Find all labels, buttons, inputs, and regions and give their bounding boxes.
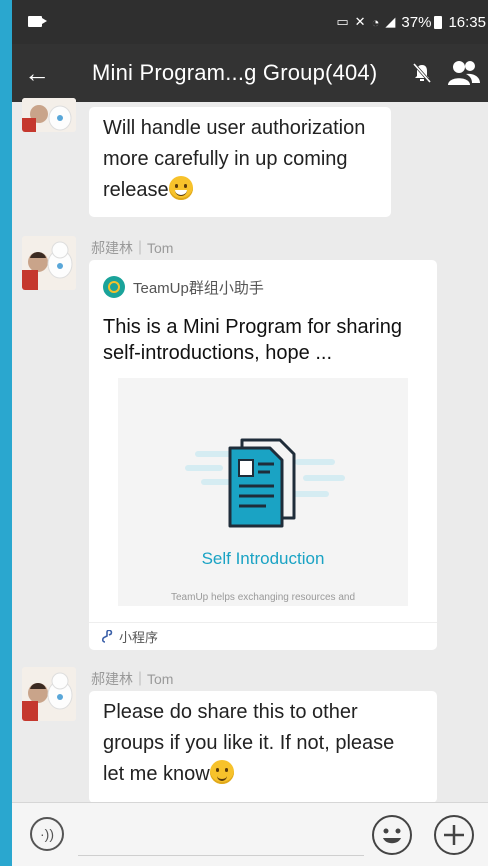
card-preview-image: Self Introduction TeamUp helps exchangin… bbox=[118, 378, 408, 606]
message-bubble[interactable]: Will handle user authorization more care… bbox=[89, 107, 391, 217]
document-illustration-icon: Self Introduction TeamUp helps exchangin… bbox=[118, 378, 408, 606]
mute-status-icon: ✕ bbox=[354, 14, 366, 29]
phone-screen: ▭ ✕ ◔ ◢ 37% 16:35 ← Mini Program...g Gro… bbox=[12, 0, 488, 866]
group-members-icon[interactable] bbox=[446, 55, 482, 91]
smile-emoji-icon bbox=[209, 760, 234, 784]
teamup-logo-icon bbox=[103, 276, 125, 298]
avatar[interactable] bbox=[22, 236, 76, 290]
more-options-button[interactable] bbox=[434, 815, 474, 855]
sender-name: 郝建林｜Tom bbox=[91, 240, 174, 256]
avatar[interactable] bbox=[22, 667, 76, 721]
emoji-button[interactable] bbox=[372, 815, 412, 855]
battery-icon bbox=[434, 15, 443, 29]
emoji-face-icon bbox=[383, 828, 401, 844]
chat-title: Mini Program...g Group(404) bbox=[92, 60, 378, 85]
message-line: more carefully in up coming bbox=[103, 148, 348, 170]
video-call-icon bbox=[28, 16, 47, 27]
card-footer-label: 小程序 bbox=[119, 630, 159, 645]
voice-icon: ·)) bbox=[40, 826, 54, 842]
mini-program-card[interactable]: TeamUp群组小助手 This is a Mini Program for s… bbox=[89, 260, 437, 650]
input-bar: ·)) bbox=[12, 802, 488, 866]
message-line: release bbox=[103, 179, 169, 201]
mini-program-link-icon bbox=[101, 629, 113, 643]
signal-icon: ◢ bbox=[385, 14, 396, 29]
grin-emoji-icon bbox=[168, 176, 193, 200]
card-app-name: TeamUp群组小助手 bbox=[133, 279, 264, 297]
status-bar: ▭ ✕ ◔ ◢ 37% 16:35 bbox=[12, 0, 488, 44]
chat-messages: Will handle user authorization more care… bbox=[12, 98, 488, 803]
clock-time: 16:35 bbox=[448, 13, 486, 31]
muted-bell-icon bbox=[412, 63, 432, 83]
plus-icon bbox=[444, 825, 464, 845]
chat-header: ← Mini Program...g Group(404) bbox=[12, 44, 488, 102]
card-title: This is a Mini Program for sharing self-… bbox=[103, 316, 402, 364]
card-header: TeamUp群组小助手 bbox=[103, 276, 264, 298]
message-line: groups if you like it. If not, please bbox=[103, 732, 395, 754]
voice-input-button[interactable]: ·)) bbox=[30, 817, 64, 851]
message-line: let me know bbox=[103, 763, 210, 785]
battery-percent: 37% bbox=[401, 13, 432, 31]
cast-icon: ▭ bbox=[336, 14, 349, 29]
image-caption: Self Introduction bbox=[202, 549, 325, 568]
message-line: Please do share this to other bbox=[103, 701, 358, 723]
sender-name: 郝建林｜Tom bbox=[91, 671, 174, 687]
message-line: Will handle user authorization bbox=[103, 117, 366, 139]
avatar[interactable] bbox=[22, 98, 76, 132]
back-arrow-icon[interactable]: ← bbox=[12, 44, 62, 102]
message-bubble[interactable]: Please do share this to other groups if … bbox=[89, 691, 437, 803]
wifi-icon: ◔ bbox=[371, 14, 380, 30]
image-subtext: TeamUp helps exchanging resources and bbox=[171, 592, 355, 603]
card-footer: 小程序 bbox=[89, 622, 437, 650]
message-input[interactable] bbox=[78, 855, 364, 856]
